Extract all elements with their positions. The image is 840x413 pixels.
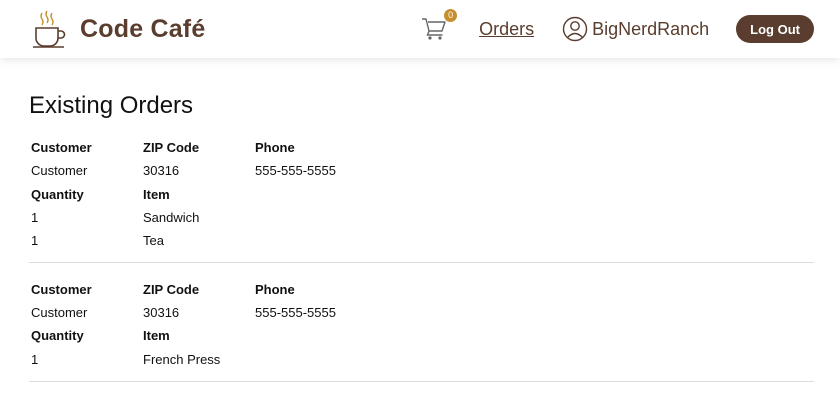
item-quantity: 1 xyxy=(31,210,39,226)
username: BigNerdRanch xyxy=(592,18,710,39)
order-card: Customer ZIP Code Phone Customer 30316 5… xyxy=(29,277,814,382)
item-row: 1 Tea xyxy=(29,229,814,252)
item-row: 1 Sandwich xyxy=(29,206,814,229)
page-title: Existing Orders xyxy=(29,92,194,119)
item-row: 1 French Press xyxy=(29,347,814,370)
item-quantity: 1 xyxy=(31,233,39,249)
coffee-cup-icon xyxy=(33,10,66,48)
phone-value: 555-555-5555 xyxy=(255,304,336,320)
order-card: Customer ZIP Code Phone Customer 30316 5… xyxy=(29,136,814,264)
main-content: Existing Orders Customer ZIP Code Phone … xyxy=(0,58,840,382)
quantity-header: Quantity xyxy=(31,328,84,344)
phone-value: 555-555-5555 xyxy=(255,163,336,179)
quantity-header: Quantity xyxy=(31,186,84,202)
item-quantity: 1 xyxy=(31,351,39,367)
shopping-cart-icon xyxy=(422,18,446,40)
customer-header: Customer xyxy=(31,140,92,156)
item-name: Tea xyxy=(143,233,164,249)
item-name: French Press xyxy=(143,351,221,367)
items-header-row: Quantity Item xyxy=(29,324,814,347)
logout-button[interactable]: Log Out xyxy=(736,15,814,43)
order-header-row: Customer ZIP Code Phone xyxy=(29,136,814,159)
phone-header: Phone xyxy=(255,140,295,156)
orders-link[interactable]: Orders xyxy=(479,19,534,40)
cart-count-badge: 0 xyxy=(444,9,458,22)
customer-value: Customer xyxy=(31,304,88,320)
order-header-row: Customer ZIP Code Phone xyxy=(29,277,814,300)
top-nav: Code Café 0 Orders BigNerdRanch Log Out xyxy=(0,0,840,58)
phone-header: Phone xyxy=(255,281,295,297)
brand-title: Code Café xyxy=(80,14,206,43)
cart-button[interactable]: 0 xyxy=(421,9,458,43)
zip-header: ZIP Code xyxy=(143,140,200,156)
brand[interactable]: Code Café xyxy=(32,9,205,49)
items-header-row: Quantity Item xyxy=(29,183,814,206)
nav-actions: 0 Orders BigNerdRanch Log Out xyxy=(421,9,814,43)
user-circle-icon xyxy=(562,16,588,42)
customer-header: Customer xyxy=(31,281,92,297)
customer-value: Customer xyxy=(31,163,88,179)
zip-value: 30316 xyxy=(143,163,180,179)
item-header: Item xyxy=(143,186,170,202)
order-info-row: Customer 30316 555-555-5555 xyxy=(29,159,814,182)
item-name: Sandwich xyxy=(143,210,200,226)
zip-value: 30316 xyxy=(143,304,180,320)
zip-header: ZIP Code xyxy=(143,281,200,297)
order-info-row: Customer 30316 555-555-5555 xyxy=(29,301,814,324)
item-header: Item xyxy=(143,328,170,344)
user-menu[interactable]: BigNerdRanch xyxy=(562,16,709,42)
